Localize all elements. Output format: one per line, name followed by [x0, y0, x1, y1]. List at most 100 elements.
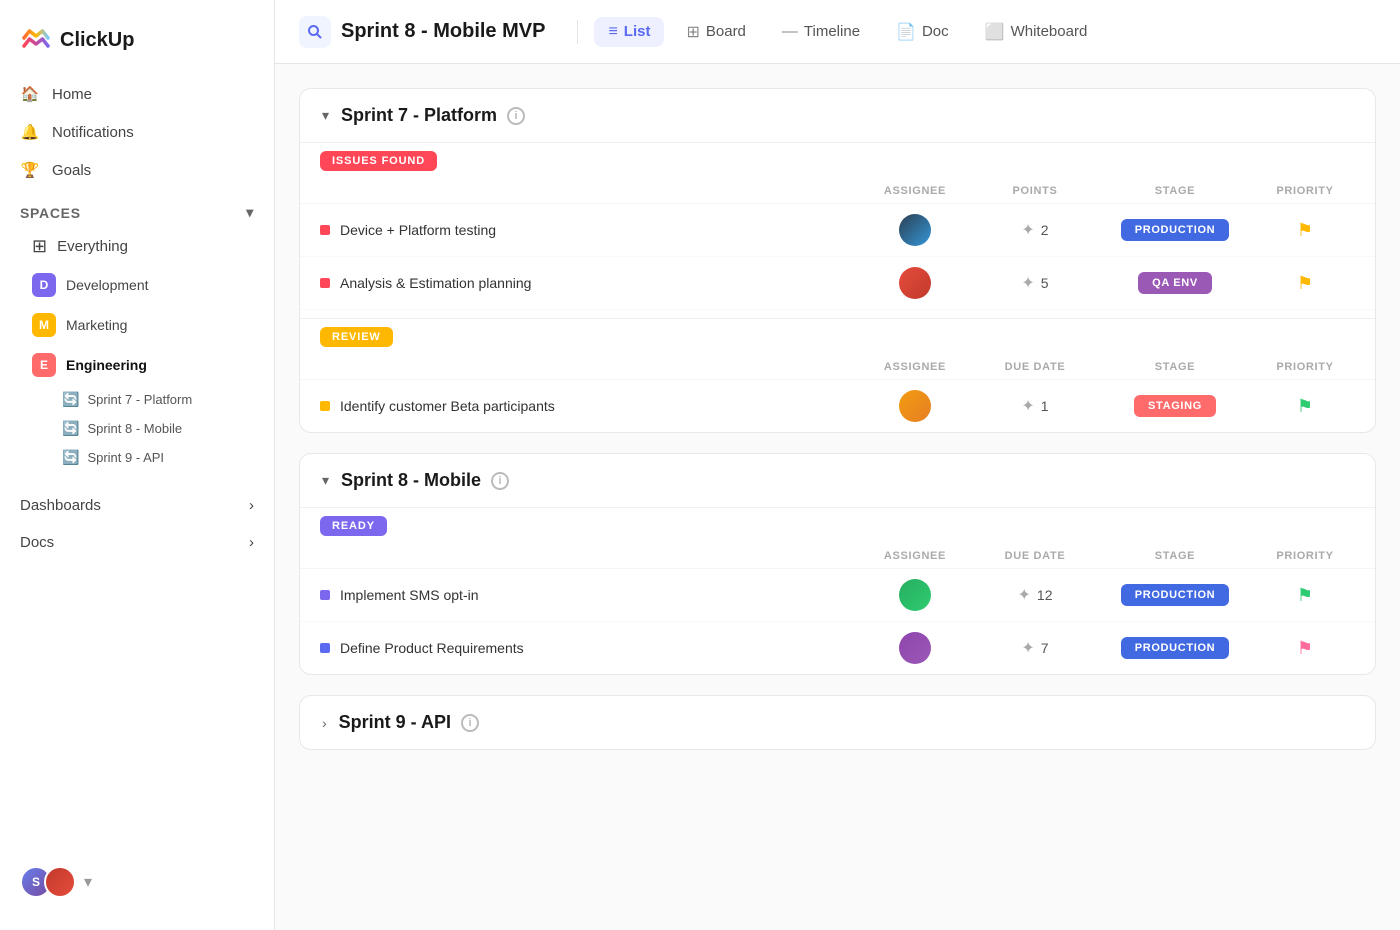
logo-text: ClickUp [60, 29, 134, 52]
sidebar-bottom: Dashboards › Docs › [0, 479, 274, 561]
col-points-1: POINTS [975, 185, 1095, 197]
star-icon: ✦ [1021, 396, 1034, 416]
sidebar-item-notifications[interactable]: 🔔 Notifications [8, 114, 266, 150]
table-row[interactable]: Implement SMS opt-in ✦ 12 PRODUCTION ⚑ [300, 569, 1375, 622]
col-duedate-s8: DUE DATE [975, 550, 1095, 562]
review-badge: REVIEW [320, 327, 393, 347]
assignee-cell [855, 214, 975, 246]
task-name-cell: Define Product Requirements [320, 640, 855, 656]
sidebar-sprint8[interactable]: 🔄 Sprint 8 - Mobile [54, 415, 254, 442]
sprint7-issues-col-headers: ASSIGNEE POINTS STAGE PRIORITY [300, 179, 1375, 204]
chevron-down-icon: ▾ [246, 204, 254, 221]
sidebar-item-engineering-label: Engineering [66, 357, 147, 373]
table-row[interactable]: Device + Platform testing ✦ 2 PRODUCTION… [300, 204, 1375, 257]
sidebar-item-engineering[interactable]: E Engineering [20, 346, 254, 384]
points-value: 7 [1041, 640, 1049, 656]
sprint-icon-7: 🔄 [62, 391, 79, 408]
home-icon: 🏠 [20, 84, 40, 104]
list-icon: ≡ [608, 23, 617, 41]
tab-whiteboard[interactable]: ⬜ Whiteboard [971, 16, 1102, 48]
priority-flag: ⚑ [1297, 396, 1313, 417]
tab-doc[interactable]: 📄 Doc [882, 16, 963, 48]
points-value: 5 [1041, 275, 1049, 291]
stage-badge: QA ENV [1138, 272, 1212, 294]
spaces-header[interactable]: Spaces ▾ [20, 204, 254, 221]
stage-cell: QA ENV [1095, 272, 1255, 294]
stage-badge: PRODUCTION [1121, 219, 1230, 241]
sprint7-collapse-btn[interactable]: ▾ [320, 105, 331, 126]
trophy-icon: 🏆 [20, 160, 40, 180]
sidebar: ClickUp 🏠 Home 🔔 Notifications 🏆 Goals S… [0, 0, 275, 930]
tab-board-label: Board [706, 23, 746, 40]
sidebar-sprint7-label: Sprint 7 - Platform [87, 392, 192, 407]
sprint7-card: ▾ Sprint 7 - Platform i ISSUES FOUND ASS… [299, 88, 1376, 433]
sidebar-docs-label: Docs [20, 534, 54, 551]
due-date-cell: ✦ 7 [975, 638, 1095, 658]
user-avatar [899, 390, 931, 422]
user-avatar-photo [44, 866, 76, 898]
col-task-r [320, 361, 855, 373]
user-menu-arrow[interactable]: ▾ [84, 872, 92, 892]
sprint7-info-icon[interactable]: i [507, 107, 525, 125]
col-stage-s8: STAGE [1095, 550, 1255, 562]
clickup-logo-icon [20, 24, 52, 56]
sprint8-card: ▾ Sprint 8 - Mobile i READY ASSIGNEE DUE… [299, 453, 1376, 675]
sidebar-item-development[interactable]: D Development [20, 266, 254, 304]
tab-timeline[interactable]: — Timeline [768, 17, 874, 47]
due-date-cell: ✦ 1 [975, 396, 1095, 416]
priority-cell: ⚑ [1255, 585, 1355, 606]
whiteboard-icon: ⬜ [985, 22, 1005, 42]
sidebar-sprint7[interactable]: 🔄 Sprint 7 - Platform [54, 386, 254, 413]
space-items-list: ⊞ Everything D Development M Marketing E… [20, 221, 254, 471]
ready-badge: READY [320, 516, 387, 536]
chevron-right-docs: › [249, 534, 254, 551]
points-value: 2 [1041, 222, 1049, 238]
topbar-divider [577, 20, 578, 44]
sprint9-info-icon[interactable]: i [461, 714, 479, 732]
stage-cell: STAGING [1095, 395, 1255, 417]
task-name: Identify customer Beta participants [340, 398, 555, 414]
col-duedate-r: DUE DATE [975, 361, 1095, 373]
star-icon: ✦ [1021, 638, 1034, 658]
table-row[interactable]: Define Product Requirements ✦ 7 PRODUCTI… [300, 622, 1375, 674]
stage-badge: PRODUCTION [1121, 637, 1230, 659]
sidebar-item-everything[interactable]: ⊞ Everything [20, 229, 254, 264]
sprint7-issues-header: ISSUES FOUND [300, 142, 1375, 179]
sidebar-item-everything-label: Everything [57, 238, 128, 255]
due-date-cell: ✦ 12 [975, 585, 1095, 605]
sprint7-header: ▾ Sprint 7 - Platform i [300, 89, 1375, 142]
sidebar-item-docs[interactable]: Docs › [8, 524, 266, 561]
table-row[interactable]: Analysis & Estimation planning ✦ 5 QA EN… [300, 257, 1375, 310]
sidebar-item-dashboards[interactable]: Dashboards › [8, 487, 266, 524]
chevron-right-dashboards: › [249, 497, 254, 514]
user-avatar [899, 632, 931, 664]
user-avatar [899, 579, 931, 611]
sprint8-collapse-btn[interactable]: ▾ [320, 470, 331, 491]
sidebar-item-marketing[interactable]: M Marketing [20, 306, 254, 344]
task-dot [320, 278, 330, 288]
page-title: Sprint 8 - Mobile MVP [341, 20, 545, 43]
task-name-cell: Analysis & Estimation planning [320, 275, 855, 291]
priority-cell: ⚑ [1255, 638, 1355, 659]
sprint8-info-icon[interactable]: i [491, 472, 509, 490]
user-avatar [899, 267, 931, 299]
tab-board[interactable]: ⊞ Board [672, 16, 759, 48]
task-name: Define Product Requirements [340, 640, 524, 656]
sprint8-ready-header: READY [300, 507, 1375, 544]
stage-badge: PRODUCTION [1121, 584, 1230, 606]
assignee-cell [855, 390, 975, 422]
sprint9-expand-btn[interactable]: › [320, 713, 329, 733]
star-icon: ✦ [1021, 273, 1034, 293]
table-row[interactable]: Identify customer Beta participants ✦ 1 … [300, 380, 1375, 432]
sidebar-item-home[interactable]: 🏠 Home [8, 76, 266, 112]
sidebar-sprint9[interactable]: 🔄 Sprint 9 - API [54, 444, 254, 471]
star-icon: ✦ [1021, 220, 1034, 240]
sprint7-review-header: REVIEW [300, 318, 1375, 355]
points-cell: ✦ 5 [975, 273, 1095, 293]
sprint9-card: › Sprint 9 - API i [299, 695, 1376, 750]
tab-list[interactable]: ≡ List [594, 17, 664, 47]
priority-flag: ⚑ [1297, 638, 1313, 659]
sidebar-item-goals[interactable]: 🏆 Goals [8, 152, 266, 188]
priority-cell: ⚑ [1255, 273, 1355, 294]
star-icon: ✦ [1018, 585, 1031, 605]
